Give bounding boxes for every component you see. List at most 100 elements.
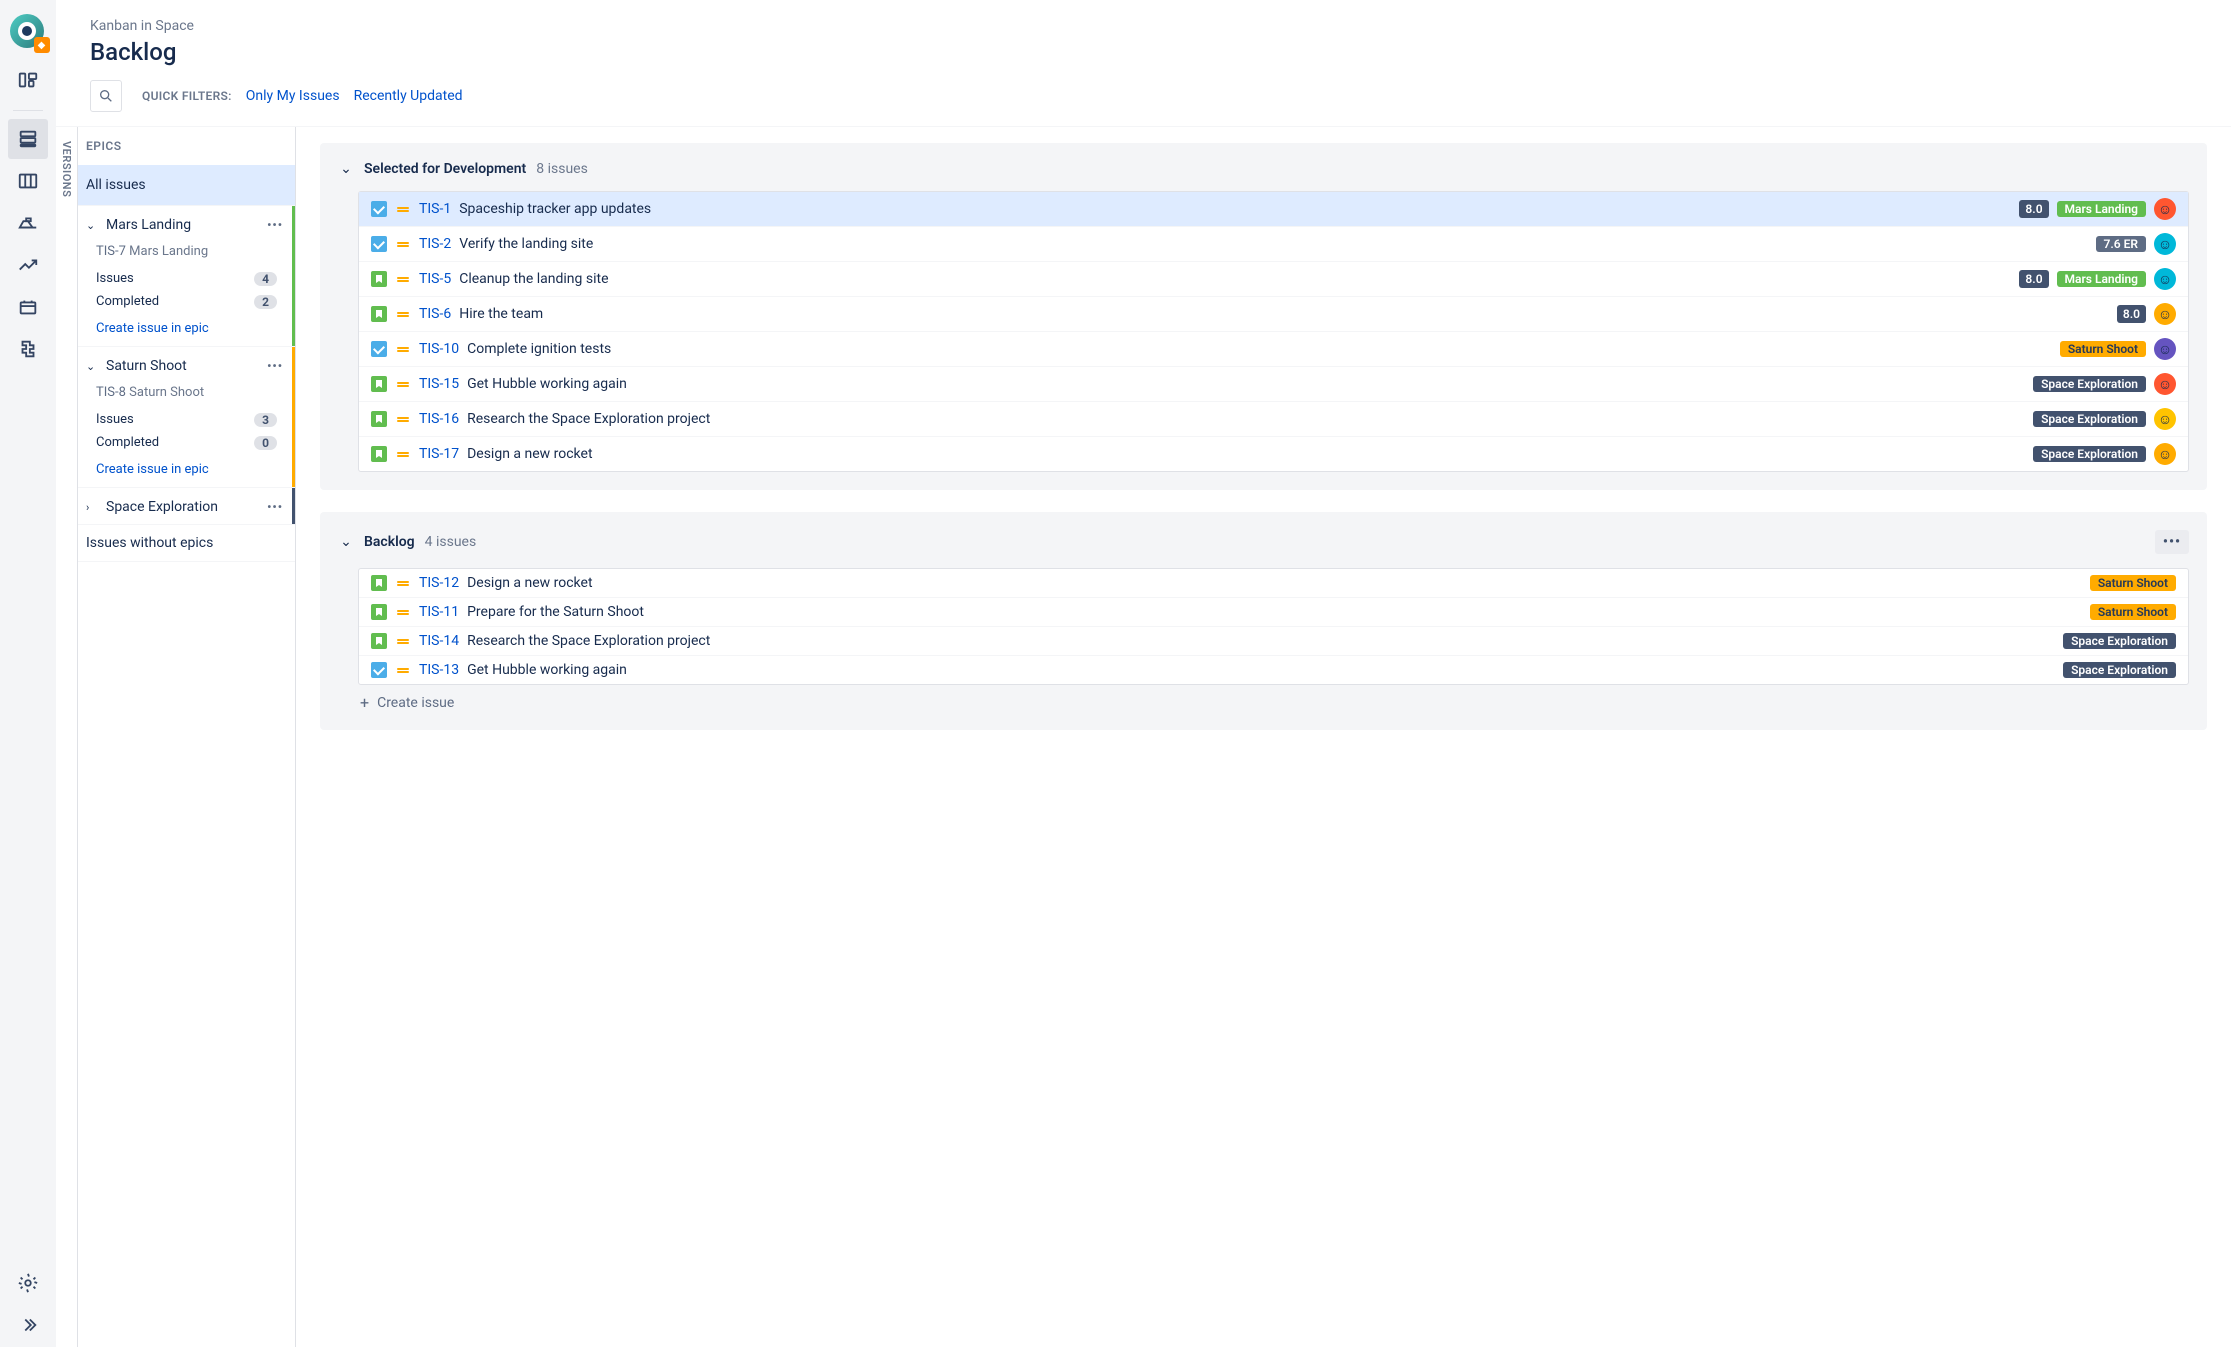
epic-tag[interactable]: 7.6 ER [2096,236,2147,252]
filter-recently-updated[interactable]: Recently Updated [354,88,463,104]
issue-summary: Cleanup the landing site [459,271,608,287]
epic-group-toggle[interactable]: ⌄Saturn Shoot••• [78,347,295,383]
assignee-avatar[interactable]: ☺ [2154,303,2176,325]
epic-name: Mars Landing [106,217,191,233]
epic-group-toggle[interactable]: ›Space Exploration••• [78,488,295,524]
epic-tag[interactable]: Mars Landing [2057,201,2146,217]
assignee-avatar[interactable]: ☺ [2154,373,2176,395]
epic-more-icon[interactable]: ••• [263,357,287,375]
issue-summary: Design a new rocket [467,446,592,462]
issue-key[interactable]: TIS-10 [419,341,459,357]
assignee-avatar[interactable]: ☺ [2154,198,2176,220]
nav-reports-icon[interactable] [8,245,48,285]
nav-addons-icon[interactable] [8,329,48,369]
issue-key[interactable]: TIS-16 [419,411,459,427]
epic-tag[interactable]: Space Exploration [2033,376,2146,392]
assignee-avatar[interactable]: ☺ [2154,443,2176,465]
backlog-section: ⌄Backlog4 issues•••TIS-12Design a new ro… [320,512,2207,730]
epic-tag[interactable]: Saturn Shoot [2090,604,2176,620]
issue-key[interactable]: TIS-12 [419,575,459,591]
issue-row[interactable]: TIS-2 Verify the landing site 7.6 ER ☺ [359,227,2188,262]
issue-row[interactable]: TIS-6Hire the team8.0☺ [359,297,2188,332]
issue-row[interactable]: TIS-15Get Hubble working againSpace Expl… [359,367,2188,402]
create-issue-in-epic[interactable]: Create issue in epic [78,454,295,487]
epic-tag[interactable]: Saturn Shoot [2060,341,2146,357]
priority-medium-icon [395,633,411,649]
issue-key[interactable]: TIS-1 [419,201,451,217]
issue-summary: Verify the landing site [459,236,593,252]
nav-roadmap-icon[interactable] [8,60,48,100]
issue-key[interactable]: TIS-15 [419,376,459,392]
filter-bar: Quick Filters: Only My Issues Recently U… [90,80,2197,112]
epics-header: EPICS [78,127,295,165]
chevron-down-icon[interactable]: ⌄ [338,161,354,177]
nav-backlog-icon[interactable] [8,119,48,159]
epic-more-icon[interactable]: ••• [263,498,287,516]
epics-panel: EPICS All issues ⌄Mars Landing•••TIS-7 M… [78,127,296,1347]
issue-key[interactable]: TIS-6 [419,306,451,322]
backlog-area: ⌄Selected for Development8 issuesTIS-1Sp… [296,127,2231,1347]
epic-stat: Completed2 [78,290,295,313]
breadcrumb[interactable]: Kanban in Space [90,18,2197,34]
epic-all-issues[interactable]: All issues [78,165,295,206]
issue-row[interactable]: TIS-1Spaceship tracker app updates8.0Mar… [359,192,2188,227]
epic-tag[interactable]: Space Exploration [2033,411,2146,427]
epic-tag[interactable]: Mars Landing [2057,271,2146,287]
nav-releases-icon[interactable] [8,203,48,243]
nav-board-icon[interactable] [8,161,48,201]
priority-medium-icon [395,271,411,287]
issue-row[interactable]: TIS-12Design a new rocketSaturn Shoot [359,569,2188,598]
section-more-icon[interactable]: ••• [2155,530,2189,554]
issue-row[interactable]: TIS-5Cleanup the landing site8.0Mars Lan… [359,262,2188,297]
issue-row[interactable]: TIS-16Research the Space Exploration pro… [359,402,2188,437]
issue-type-task-icon [371,236,387,252]
issue-row[interactable]: TIS-14Research the Space Exploration pro… [359,627,2188,656]
issue-row[interactable]: TIS-11Prepare for the Saturn ShootSaturn… [359,598,2188,627]
issue-key[interactable]: TIS-14 [419,633,459,649]
priority-medium-icon [395,236,411,252]
issue-row[interactable]: TIS-10Complete ignition testsSaturn Shoo… [359,332,2188,367]
create-issue-in-epic[interactable]: Create issue in epic [78,313,295,346]
epic-key-link[interactable]: TIS-7 Mars Landing [78,242,295,267]
assignee-avatar[interactable]: ☺ [2154,233,2176,255]
epic-group: ›Space Exploration••• [78,488,295,525]
issue-key[interactable]: TIS-13 [419,662,459,678]
issue-type-story-icon [371,446,387,462]
chevron-down-icon[interactable]: ⌄ [338,534,354,550]
assignee-avatar[interactable]: ☺ [2154,268,2176,290]
assignee-avatar[interactable]: ☺ [2154,408,2176,430]
nav-components-icon[interactable] [8,287,48,327]
versions-tab[interactable]: VERSIONS [56,127,78,1347]
nav-settings-icon[interactable] [8,1263,48,1303]
create-issue-button[interactable]: +Create issue [338,685,2189,712]
section-title: Selected for Development [364,161,526,177]
epic-tag[interactable]: Space Exploration [2063,633,2176,649]
epic-tag[interactable]: Space Exploration [2063,662,2176,678]
priority-medium-icon [395,411,411,427]
epic-key-link[interactable]: TIS-8 Saturn Shoot [78,383,295,408]
search-button[interactable] [90,80,122,112]
epic-stat: Completed0 [78,431,295,454]
version-tag: 8.0 [2117,305,2146,323]
issue-key[interactable]: TIS-2 [419,236,451,252]
filter-only-my-issues[interactable]: Only My Issues [246,88,340,104]
epic-group-toggle[interactable]: ⌄Mars Landing••• [78,206,295,242]
epic-issues-without-epics[interactable]: Issues without epics [78,525,295,562]
priority-medium-icon [395,662,411,678]
issue-row[interactable]: TIS-13Get Hubble working againSpace Expl… [359,656,2188,684]
priority-medium-icon [395,575,411,591]
app-logo[interactable]: ◆ [10,14,46,50]
issue-key[interactable]: TIS-11 [419,604,459,620]
issue-list: TIS-12Design a new rocketSaturn ShootTIS… [358,568,2189,685]
issue-row[interactable]: TIS-17 Design a new rocket Space Explorati… [359,437,2188,471]
epic-tag[interactable]: Saturn Shoot [2090,575,2176,591]
section-header: ⌄Backlog4 issues••• [338,524,2189,568]
epic-more-icon[interactable]: ••• [263,216,287,234]
epic-tag[interactable]: Space Exploration [2033,446,2146,462]
issue-key[interactable]: TIS-5 [419,271,451,287]
issue-type-task-icon [371,662,387,678]
assignee-avatar[interactable]: ☺ [2154,338,2176,360]
nav-expand-icon[interactable] [8,1305,48,1345]
global-nav-rail: ◆ [0,0,56,1347]
issue-key[interactable]: TIS-17 [419,446,459,462]
